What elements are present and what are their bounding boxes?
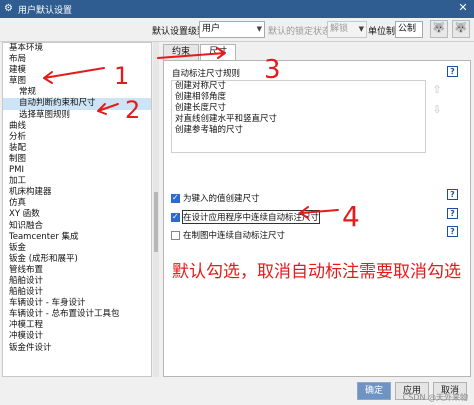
sidebar-item[interactable]: 自动判断约束和尺寸 [3, 98, 151, 110]
list-item[interactable]: 创建对称尺寸 [172, 81, 425, 92]
sidebar-item[interactable]: 建模 [3, 65, 151, 76]
option-label: 在设计应用程序中连续自动标注尺寸 [181, 210, 321, 224]
settings-gear-icon: ⚙ [4, 3, 13, 14]
sidebar-item[interactable]: Teamcenter 集成 [3, 232, 151, 243]
defaults-toolbar: 默认设置级别 用户 ▼ 默认的锁定状态 解锁 ▼ 单位制 公制 🐺 🐺 [0, 18, 474, 42]
sidebar-item[interactable]: 船舶设计 [3, 287, 151, 298]
annotation-note: 默认勾选，取消自动标注需要取消勾选 [172, 262, 461, 282]
option-continuous-drafting[interactable]: 在制图中连续自动标注尺寸 [171, 229, 285, 241]
help-icon[interactable]: ? [447, 66, 458, 77]
sidebar-item[interactable]: 车辆设计 - 车身设计 [3, 298, 151, 309]
chevron-down-icon: ▼ [358, 25, 364, 33]
checkbox-continuous-drafting[interactable] [171, 230, 180, 240]
sidebar-item[interactable]: 加工 [3, 176, 151, 187]
sidebar-item[interactable]: 制图 [3, 154, 151, 165]
option-typed-value[interactable]: 为键入的值创建尺寸 [171, 192, 260, 204]
sidebar-item[interactable]: 草图 [3, 76, 151, 87]
option-label: 在制图中连续自动标注尺寸 [183, 231, 286, 241]
import-defaults-icon[interactable]: 🐺 [430, 20, 448, 38]
checkbox-continuous-design[interactable] [171, 212, 180, 222]
help-icon[interactable]: ? [447, 226, 458, 237]
level-value: 用户 [202, 24, 221, 34]
lock-label: 默认的锁定状态 [268, 27, 332, 37]
rules-list[interactable]: 创建对称尺寸 创建相邻角度 创建长度尺寸 对直线创建水平和竖直尺寸 创建参考轴的尺寸 [171, 80, 426, 153]
list-item[interactable]: 创建参考轴的尺寸 [172, 125, 425, 136]
list-item[interactable]: 对直线创建水平和竖直尺寸 [172, 114, 425, 125]
section-title: 自动标注尺寸规则 [172, 69, 241, 79]
help-icon[interactable]: ? [447, 189, 458, 200]
sidebar-item[interactable]: 冲模设计 [3, 331, 151, 342]
title-bar: ⚙ 用户默认设置 ✕ [0, 0, 474, 18]
sidebar-item[interactable]: 仿真 [3, 198, 151, 209]
sidebar-item[interactable]: 知识融合 [3, 221, 151, 232]
sidebar-item[interactable]: 船舶设计 [3, 276, 151, 287]
ok-button[interactable]: 确定 [357, 382, 391, 400]
sidebar-item[interactable]: PMI [3, 165, 151, 176]
watermark: CSDN @天外来物 [402, 393, 468, 402]
sidebar-item[interactable]: 车辆设计 - 总布置设计工具包 [3, 309, 151, 320]
tab-strip: 约束 尺寸 [163, 44, 237, 60]
window-title: 用户默认设置 [18, 5, 73, 16]
option-label: 为键入的值创建尺寸 [183, 194, 260, 204]
scrollbar-thumb[interactable] [154, 192, 158, 252]
tab-constraints[interactable]: 约束 [163, 44, 200, 60]
checkbox-typed-value[interactable] [171, 193, 180, 203]
sidebar-item[interactable]: 钣金 [3, 243, 151, 254]
sidebar-item[interactable]: 钣金件设计 [3, 343, 151, 354]
lock-value: 解锁 [330, 24, 349, 34]
option-continuous-design[interactable]: 在设计应用程序中连续自动标注尺寸 [171, 210, 321, 224]
sidebar-item[interactable]: 管线布置 [3, 265, 151, 276]
tab-content: 自动标注尺寸规则 ? 创建对称尺寸 创建相邻角度 创建长度尺寸 对直线创建水平和竖直尺… [163, 60, 471, 377]
level-select[interactable]: 用户 ▼ [199, 21, 265, 38]
list-item[interactable]: 创建相邻角度 [172, 92, 425, 103]
sidebar-item[interactable]: 常规 [3, 87, 151, 98]
sidebar-item[interactable]: 机床构建器 [3, 187, 151, 198]
sidebar-item[interactable]: 选择草图规则 [3, 110, 151, 121]
sidebar-item[interactable]: 装配 [3, 143, 151, 154]
category-tree: 基本环境 布局 建模 草图 常规 自动判断约束和尺寸 选择草图规则 曲线 分析 装配 制图 PMI 加工… [2, 42, 152, 377]
unit-label: 单位制 [368, 27, 396, 37]
tree-scrollbar[interactable] [153, 42, 159, 377]
close-icon[interactable]: ✕ [456, 1, 470, 15]
settings-panel: 约束 尺寸 自动标注尺寸规则 ? 创建对称尺寸 创建相邻角度 创建长度尺寸 对直线创建… [163, 42, 471, 377]
sidebar-item[interactable]: 分析 [3, 132, 151, 143]
sidebar-item[interactable]: 曲线 [3, 121, 151, 132]
unit-select[interactable]: 公制 [395, 21, 423, 38]
export-defaults-icon[interactable]: 🐺 [452, 20, 470, 38]
tab-dimensions[interactable]: 尺寸 [200, 44, 237, 60]
lock-select: 解锁 ▼ [327, 21, 367, 38]
chevron-down-icon: ▼ [256, 25, 262, 33]
move-up-icon[interactable]: ⇧ [430, 83, 444, 97]
sidebar-item[interactable]: 钣金 (成形和展平) [3, 254, 151, 265]
help-icon[interactable]: ? [447, 208, 458, 219]
list-item[interactable]: 创建长度尺寸 [172, 103, 425, 114]
sidebar-item[interactable]: XY 函数 [3, 209, 151, 220]
sidebar-item[interactable]: 布局 [3, 54, 151, 65]
move-down-icon[interactable]: ⇩ [430, 103, 444, 117]
unit-value: 公制 [398, 24, 417, 34]
level-label: 默认设置级别 [152, 27, 207, 37]
sidebar-item[interactable]: 基本环境 [3, 43, 151, 54]
sidebar-item[interactable]: 冲模工程 [3, 320, 151, 331]
